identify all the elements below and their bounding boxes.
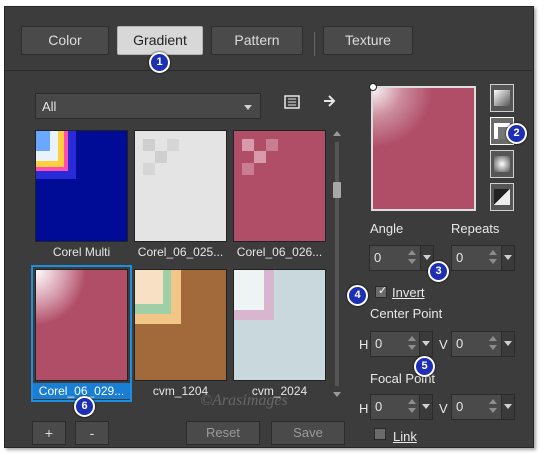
radial-gradient-type-icon[interactable] [490, 150, 514, 178]
checkmark-icon: ✓ [378, 285, 388, 297]
tab-texture[interactable]: Texture [323, 26, 413, 55]
category-dropdown[interactable]: All [35, 93, 261, 119]
gradient-item[interactable]: Corel_06_025... [132, 128, 229, 261]
center-v-input[interactable]: 0 [451, 331, 515, 357]
reset-button[interactable]: Reset [186, 421, 260, 445]
gradient-swatch [233, 130, 326, 242]
center-h-value: 0 [375, 336, 383, 351]
chevron-down-icon [244, 105, 252, 110]
center-v-value: 0 [456, 336, 464, 351]
gradient-item-selected[interactable]: Corel_06_029... [31, 265, 132, 402]
callout-badge: 5 [414, 356, 435, 377]
scroll-thumb[interactable] [333, 182, 341, 198]
gradient-swatch [134, 130, 227, 242]
gradient-swatch [233, 269, 326, 381]
focal-v-dropdown[interactable] [501, 395, 514, 419]
center-point-handle[interactable] [369, 83, 377, 91]
repeats-value: 0 [456, 250, 464, 265]
focal-v-value: 0 [456, 399, 464, 414]
tab-color[interactable]: Color [21, 26, 109, 55]
angle-input[interactable]: 0 [369, 245, 434, 271]
gradient-item[interactable]: Corel_06_026... [231, 128, 328, 261]
center-v-dropdown[interactable] [501, 332, 514, 356]
save-button[interactable]: Save [271, 421, 345, 445]
center-h-label: H [359, 337, 369, 352]
callout-badge: 4 [347, 285, 368, 306]
link-checkbox[interactable] [374, 428, 386, 440]
center-h-dropdown[interactable] [419, 332, 432, 356]
repeats-spin-arrows[interactable] [488, 250, 498, 266]
scroll-track[interactable] [335, 142, 339, 386]
watermark: ©Arasimages [200, 392, 288, 409]
gradient-library-grid: Corel Multi Corel_06_025... Corel_06_026… [31, 128, 329, 402]
center-point-label: Center Point [370, 306, 443, 321]
callout-badge: 3 [428, 261, 449, 282]
callout-badge: 1 [149, 52, 170, 73]
linear-gradient-type-icon[interactable] [490, 84, 514, 112]
gradient-item[interactable]: cvm_1204 [132, 267, 229, 400]
focal-h-label: H [359, 401, 369, 416]
header-divider [4, 70, 532, 71]
gradient-swatch [35, 130, 128, 242]
gradient-name: Corel_06_026... [236, 245, 323, 259]
tab-pattern[interactable]: Pattern [211, 26, 303, 55]
callout-badge: 2 [506, 123, 527, 144]
center-v-spin-arrows[interactable] [488, 336, 498, 352]
gradient-list-scrollbar[interactable] [332, 128, 342, 400]
focal-h-value: 0 [375, 399, 383, 414]
gradient-swatch [35, 269, 128, 381]
repeats-input[interactable]: 0 [451, 245, 515, 271]
tab-gradient[interactable]: Gradient [117, 26, 203, 55]
add-gradient-button[interactable]: + [32, 421, 66, 445]
focal-h-spin-arrows[interactable] [407, 399, 417, 415]
tab-separator [314, 32, 315, 56]
gradient-editor-icon[interactable] [282, 94, 302, 114]
category-dropdown-value: All [42, 99, 57, 114]
scroll-up-icon[interactable] [333, 131, 341, 136]
gradient-swatch [134, 269, 227, 381]
gradient-name: Corel Multi [52, 245, 111, 259]
gradient-item[interactable]: Corel Multi [33, 128, 130, 261]
focal-h-dropdown[interactable] [419, 395, 432, 419]
gradient-item[interactable]: cvm_2024 [231, 267, 328, 400]
preview-highlight [373, 88, 433, 148]
repeats-dropdown[interactable] [501, 246, 514, 270]
gradient-preview[interactable] [371, 86, 476, 211]
invert-checkbox[interactable]: ✓ [375, 285, 388, 298]
scroll-down-icon[interactable] [333, 392, 341, 397]
corner-gradient-type-icon[interactable] [490, 183, 514, 211]
callout-badge: 6 [74, 396, 95, 417]
gradient-name: Corel_06_025... [137, 245, 224, 259]
link-label[interactable]: Link [393, 429, 417, 444]
focal-v-input[interactable]: 0 [451, 394, 515, 420]
angle-label: Angle [370, 221, 404, 236]
center-h-spin-arrows[interactable] [407, 336, 417, 352]
focal-v-label: V [439, 401, 448, 416]
center-h-input[interactable]: 0 [370, 331, 433, 357]
repeats-label: Repeats [451, 221, 500, 236]
center-v-label: V [439, 337, 448, 352]
angle-value: 0 [374, 250, 382, 265]
focal-v-spin-arrows[interactable] [488, 399, 498, 415]
invert-label[interactable]: Invert [392, 285, 425, 300]
angle-spin-arrows[interactable] [407, 250, 417, 266]
remove-gradient-button[interactable]: - [75, 421, 109, 445]
arrow-right-icon[interactable] [320, 93, 340, 113]
focal-h-input[interactable]: 0 [370, 394, 433, 420]
